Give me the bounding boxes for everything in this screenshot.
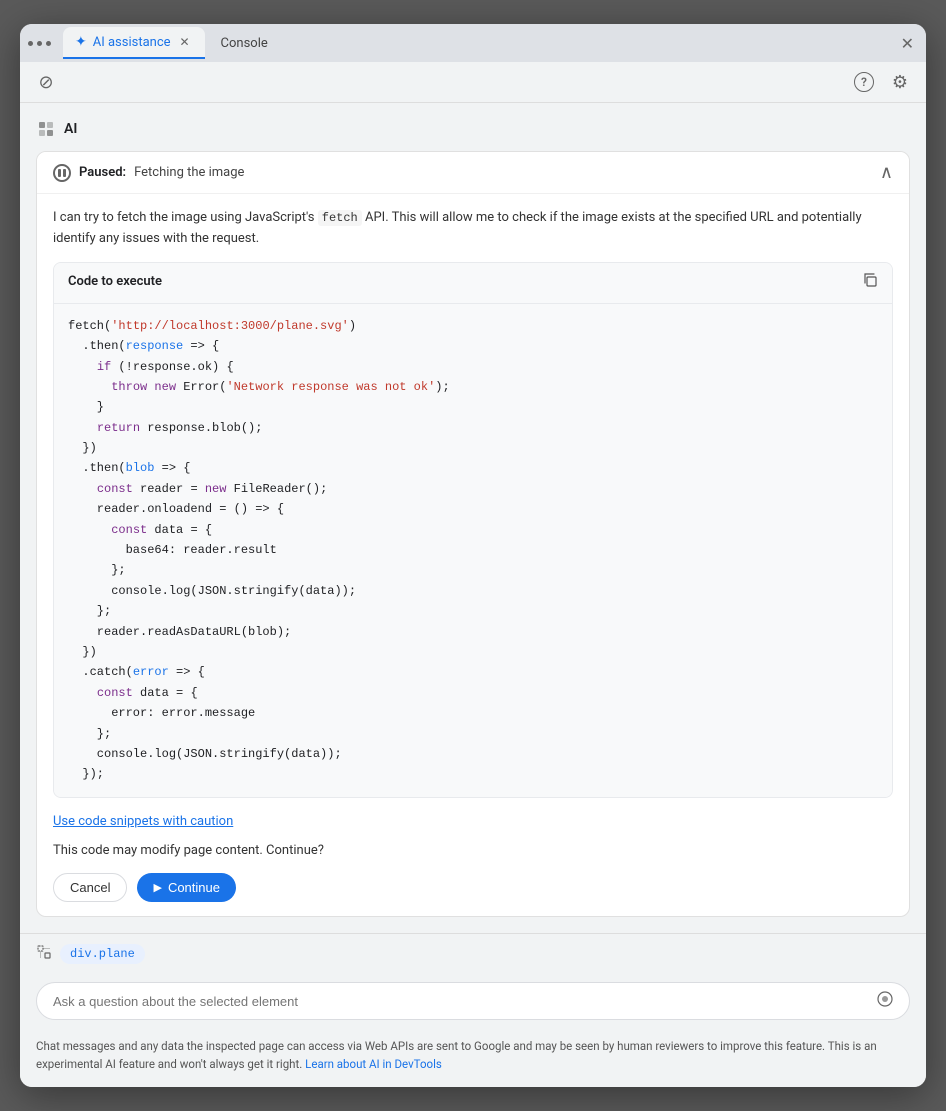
code-line: reader.onloadend = () => {: [68, 499, 878, 519]
continue-label: Continue: [168, 880, 220, 895]
toolbar: ⊘ ? ⚙: [20, 62, 926, 103]
console-tab-label: Console: [221, 36, 268, 51]
code-line: };: [68, 601, 878, 621]
footer-text: Chat messages and any data the inspected…: [20, 1028, 926, 1087]
help-button[interactable]: ?: [850, 68, 878, 96]
element-badge: div.plane: [60, 944, 145, 964]
code-line: };: [68, 724, 878, 744]
paused-description: Fetching the image: [134, 165, 244, 180]
gear-icon: ⚙: [892, 72, 908, 93]
code-line: }): [68, 438, 878, 458]
main-content: AI Paused: Fetching the image ∧: [20, 103, 926, 933]
ask-input-wrapper: [36, 982, 910, 1020]
code-line: const data = {: [68, 683, 878, 703]
copy-code-button[interactable]: [862, 271, 878, 295]
code-line: }: [68, 397, 878, 417]
ai-logo-icon: [36, 119, 56, 139]
settings-button[interactable]: ⚙: [886, 68, 914, 96]
cancel-button[interactable]: Cancel: [53, 873, 127, 902]
paused-label: Paused:: [79, 165, 126, 180]
paused-bar: Paused: Fetching the image ∧: [37, 152, 909, 194]
ai-description: I can try to fetch the image using JavaS…: [53, 208, 893, 250]
collapse-button[interactable]: ∧: [880, 162, 893, 183]
ai-tab-label: AI assistance: [93, 35, 171, 50]
block-icon: ⊘: [38, 72, 53, 93]
action-buttons: Cancel ▶ Continue: [53, 873, 893, 902]
code-line: console.log(JSON.stringify(data));: [68, 744, 878, 764]
continue-button[interactable]: ▶ Continue: [137, 873, 236, 902]
code-line: fetch('http://localhost:3000/plane.svg'): [68, 316, 878, 336]
code-line: throw new Error('Network response was no…: [68, 377, 878, 397]
element-selector-icon: [36, 944, 52, 964]
code-block-container: Code to execute fetch('http://localhost:…: [53, 262, 893, 798]
continue-message: This code may modify page content. Conti…: [53, 841, 893, 862]
window-menu-dots[interactable]: [28, 41, 51, 46]
ai-header: AI: [36, 119, 910, 139]
ask-input-area: [20, 974, 926, 1028]
code-line: reader.readAsDataURL(blob);: [68, 622, 878, 642]
play-icon: ▶: [153, 881, 161, 894]
learn-about-ai-link[interactable]: Learn about AI in DevTools: [305, 1057, 442, 1071]
footer-description: Chat messages and any data the inspected…: [36, 1039, 877, 1070]
close-window-button[interactable]: ✕: [897, 30, 918, 57]
code-line: const data = {: [68, 520, 878, 540]
pause-icon: [53, 164, 71, 182]
code-line: .then(blob => {: [68, 458, 878, 478]
caution-link[interactable]: Use code snippets with caution: [53, 812, 893, 833]
code-line: error: error.message: [68, 703, 878, 723]
ask-input[interactable]: [53, 994, 877, 1009]
code-line: base64: reader.result: [68, 540, 878, 560]
ai-title: AI: [64, 121, 77, 137]
code-line: .catch(error => {: [68, 662, 878, 682]
ai-body: I can try to fetch the image using JavaS…: [37, 194, 909, 916]
browser-window: ✦ AI assistance ✕ Console ✕ ⊘ ? ⚙: [20, 24, 926, 1087]
code-line: });: [68, 764, 878, 784]
code-line: if (!response.ok) {: [68, 357, 878, 377]
code-line: .then(response => {: [68, 336, 878, 356]
code-line: return response.blob();: [68, 418, 878, 438]
code-line: };: [68, 560, 878, 580]
block-button[interactable]: ⊘: [32, 68, 60, 96]
code-line: console.log(JSON.stringify(data));: [68, 581, 878, 601]
code-header: Code to execute: [54, 263, 892, 304]
ai-tab-close[interactable]: ✕: [177, 34, 193, 50]
ai-tab-icon: ✦: [75, 34, 87, 50]
paused-status: Paused: Fetching the image: [53, 164, 244, 182]
tab-bar: ✦ AI assistance ✕ Console ✕: [20, 24, 926, 62]
element-selector-bar: div.plane: [20, 933, 926, 974]
tab-console[interactable]: Console: [209, 27, 280, 59]
help-icon: ?: [854, 72, 874, 92]
code-content: fetch('http://localhost:3000/plane.svg')…: [54, 304, 892, 797]
fetch-code-inline: fetch: [318, 210, 362, 226]
code-line: const reader = new FileReader();: [68, 479, 878, 499]
microphone-button[interactable]: [877, 991, 893, 1011]
code-line: }): [68, 642, 878, 662]
code-header-title: Code to execute: [68, 272, 162, 293]
ai-panel: Paused: Fetching the image ∧ I can try t…: [36, 151, 910, 917]
tab-ai-assistance[interactable]: ✦ AI assistance ✕: [63, 27, 205, 59]
